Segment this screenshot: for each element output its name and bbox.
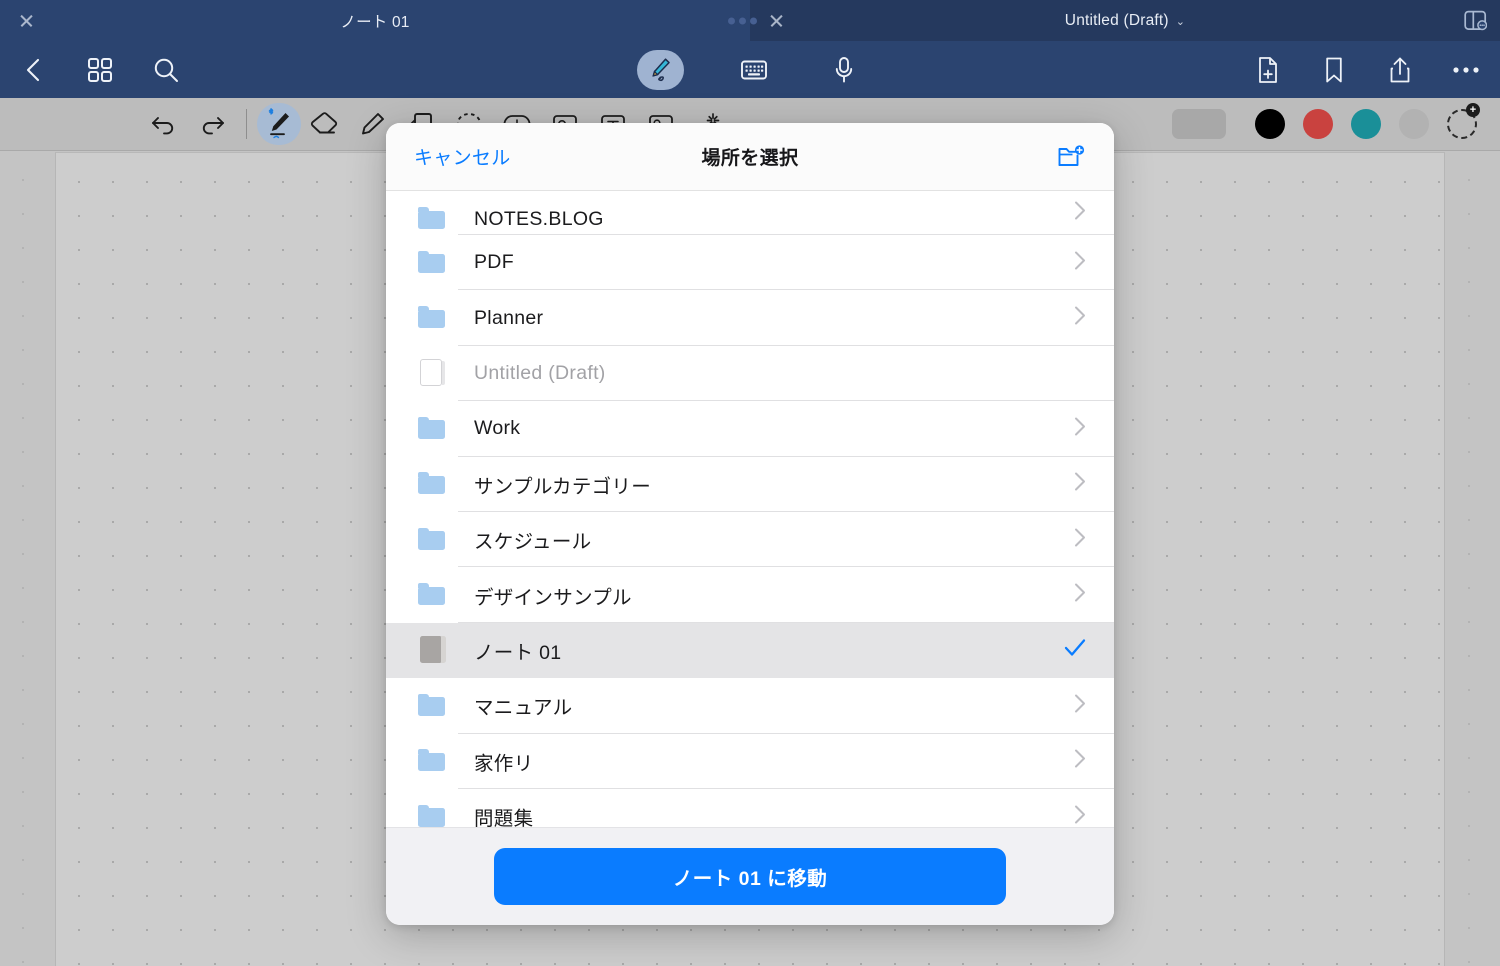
select-location-dialog: キャンセル 場所を選択 NOTES.BLOG PDF Planner Untitled…	[386, 123, 1114, 925]
new-folder-icon[interactable]	[1054, 142, 1088, 172]
cancel-button[interactable]: キャンセル	[414, 143, 511, 170]
toolbar-color-group	[1172, 103, 1486, 139]
row-icon	[418, 804, 445, 827]
row-icon	[418, 636, 446, 664]
folder-name: サンプルカテゴリー	[474, 475, 652, 498]
folder-name: ノート 01	[474, 641, 562, 664]
folder-list-item[interactable]: ノート 01	[386, 622, 1114, 679]
chevron-right-icon	[1074, 693, 1086, 718]
chevron-down-icon[interactable]: ⌄	[1176, 16, 1185, 28]
canvas-margin-left	[0, 151, 55, 965]
folder-name: Work	[474, 417, 521, 440]
folder-list-item[interactable]: 問題集	[386, 788, 1114, 827]
folder-list-item[interactable]: 家作リ	[386, 733, 1114, 789]
row-icon	[418, 472, 445, 496]
row-icon	[418, 359, 445, 387]
folder-name: PDF	[474, 251, 514, 274]
undo-icon[interactable]	[140, 102, 188, 146]
chevron-right-icon	[1074, 472, 1086, 497]
row-icon	[418, 749, 445, 773]
folder-name: Planner	[474, 306, 544, 329]
folder-name: 家作リ	[474, 752, 534, 775]
nav-left-group	[0, 50, 186, 90]
back-icon[interactable]	[14, 50, 54, 90]
color-swatch-black[interactable]	[1255, 109, 1285, 139]
row-icon	[418, 527, 445, 552]
pen-icon[interactable]	[636, 49, 684, 90]
keyboard-icon[interactable]	[734, 50, 774, 90]
document-icon	[420, 359, 445, 387]
grid-icon[interactable]	[80, 50, 120, 90]
chevron-right-icon	[1074, 583, 1086, 608]
split-view-icon[interactable]	[1458, 6, 1492, 36]
more-icon[interactable]	[1446, 50, 1486, 90]
redo-icon[interactable]	[188, 102, 236, 146]
folder-list-item[interactable]: Planner	[386, 290, 1114, 346]
microphone-icon[interactable]	[824, 50, 864, 90]
search-icon[interactable]	[146, 50, 186, 90]
canvas-margin-right	[1446, 151, 1500, 965]
share-icon[interactable]	[1380, 50, 1420, 90]
dialog-header: キャンセル 場所を選択	[386, 123, 1114, 191]
new-page-icon[interactable]	[1248, 50, 1288, 90]
brush-size-preview[interactable]	[1172, 109, 1226, 139]
folder-list[interactable]: NOTES.BLOG PDF Planner Untitled (Draft) Work…	[386, 191, 1114, 827]
tab-untitled-draft[interactable]: Untitled (Draft) ⌄	[728, 0, 1500, 41]
dialog-footer: ノート 01 に移動	[386, 827, 1114, 925]
chevron-right-icon	[1074, 201, 1086, 226]
row-icon	[418, 693, 445, 718]
nav-bar	[0, 41, 1500, 98]
chevron-right-icon	[1074, 416, 1086, 441]
chevron-right-icon	[1074, 749, 1086, 774]
tab-drag-handle-icon[interactable]	[728, 17, 757, 24]
chevron-right-icon	[1074, 527, 1086, 552]
folder-name: マニュアル	[474, 697, 573, 720]
nav-center-group	[570, 49, 930, 90]
folder-name: スケジュール	[474, 531, 592, 554]
folder-name: デザインサンプル	[474, 586, 632, 609]
tab-close-icon[interactable]	[768, 12, 786, 30]
bookmark-icon[interactable]	[1314, 50, 1354, 90]
folder-list-item[interactable]: サンプルカテゴリー	[386, 456, 1114, 512]
folder-list-item[interactable]: マニュアル	[386, 678, 1114, 734]
row-icon	[418, 207, 445, 231]
color-swatch-red[interactable]	[1303, 109, 1333, 139]
folder-list-item[interactable]: デザインサンプル	[386, 567, 1114, 623]
tab-title: ノート 01	[340, 13, 410, 31]
chevron-right-icon	[1074, 306, 1086, 331]
nav-right-group	[1248, 50, 1486, 90]
folder-list-item: Untitled (Draft)	[386, 345, 1114, 402]
tab-close-icon[interactable]	[18, 12, 36, 30]
tab-title: Untitled (Draft) ⌄	[1065, 12, 1185, 30]
add-color-icon[interactable]	[1447, 103, 1480, 139]
folder-list-item[interactable]: スケジュール	[386, 511, 1114, 568]
folder-name: 問題集	[474, 808, 534, 827]
folder-name: Untitled (Draft)	[474, 361, 606, 384]
toolbar-divider	[246, 109, 247, 139]
notebook-icon	[420, 636, 446, 664]
tab-bar: ノート 01 Untitled (Draft) ⌄	[0, 0, 1500, 41]
color-swatch-teal[interactable]	[1351, 109, 1381, 139]
row-icon	[418, 250, 445, 275]
row-icon	[418, 583, 445, 607]
chevron-right-icon	[1074, 804, 1086, 827]
color-swatch-gray[interactable]	[1399, 109, 1429, 139]
tab-title-text: Untitled (Draft)	[1064, 11, 1169, 29]
folder-list-item[interactable]: NOTES.BLOG	[386, 191, 1114, 235]
folder-list-item[interactable]: Work	[386, 401, 1114, 457]
folder-name: NOTES.BLOG	[474, 208, 604, 230]
row-icon	[418, 416, 445, 441]
checkmark-icon	[1064, 639, 1086, 662]
move-to-folder-button[interactable]: ノート 01 に移動	[494, 848, 1006, 905]
eraser-tool-icon[interactable]	[301, 102, 349, 146]
chevron-right-icon	[1074, 250, 1086, 275]
tab-note-01[interactable]: ノート 01	[0, 0, 750, 41]
folder-list-item[interactable]: PDF	[386, 235, 1114, 291]
pen-tool-icon[interactable]	[257, 103, 301, 145]
row-icon	[418, 306, 445, 330]
